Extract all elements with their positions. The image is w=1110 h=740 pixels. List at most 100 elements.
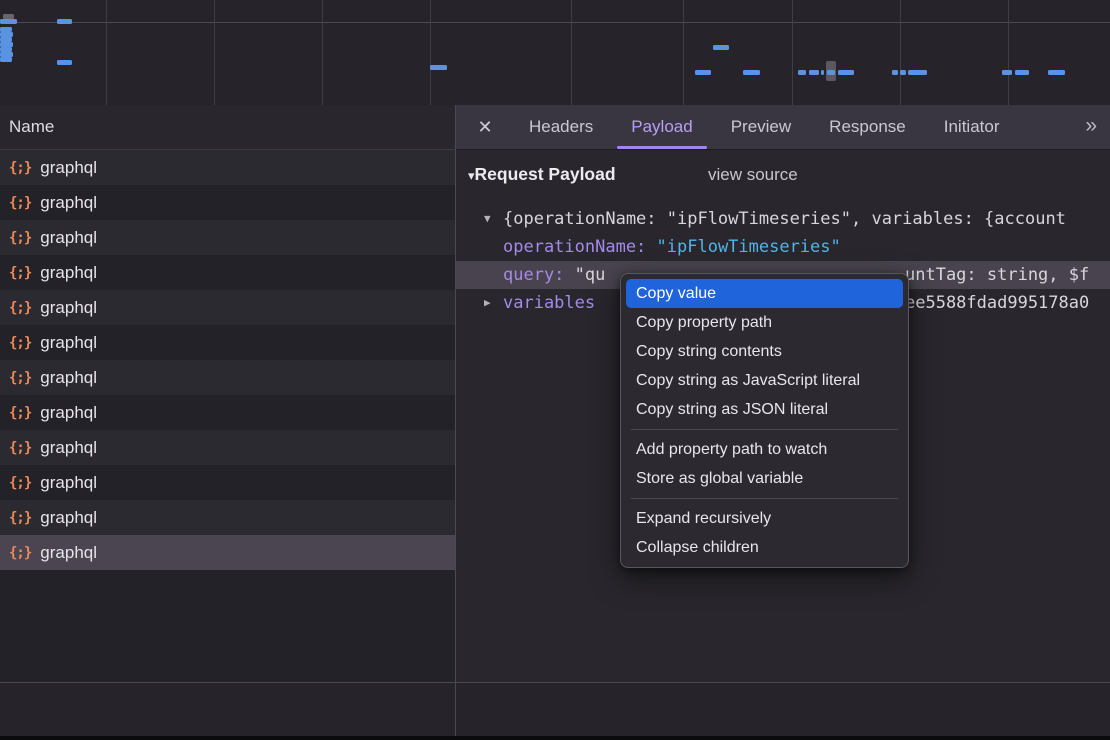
request-name: graphql — [40, 403, 97, 423]
json-braces-icon: {;} — [9, 335, 31, 351]
request-timing-bar — [908, 70, 927, 75]
request-name: graphql — [40, 193, 97, 213]
json-braces-icon: {;} — [9, 230, 31, 246]
expand-arrow-icon[interactable]: ▶ — [484, 289, 491, 317]
request-list: {;} graphql {;} graphql {;} graphql {;} graphql… — [0, 150, 455, 682]
request-row[interactable]: {;}graphql — [0, 430, 455, 465]
request-row[interactable]: {;} graphql — [0, 500, 455, 535]
overview-gridline — [1008, 0, 1009, 105]
context-menu-item[interactable]: Copy string as JavaScript literal — [626, 366, 903, 395]
context-menu-item[interactable]: Add property path to watch — [626, 435, 903, 464]
overview-gridline — [900, 0, 901, 105]
request-row[interactable]: {;} graphql — [0, 325, 455, 360]
request-row[interactable]: {;} graphql — [0, 395, 455, 430]
request-timing-bar — [1015, 70, 1029, 75]
devtools-network-panel: Name ✕ HeadersPayloadPreviewResponseInit… — [0, 0, 1110, 740]
request-row[interactable]: {;} graphql — [0, 255, 455, 290]
request-timing-bar — [821, 70, 824, 75]
json-braces-icon: {;} — [9, 195, 31, 211]
request-timing-bar — [57, 60, 72, 65]
request-timing-bar — [695, 70, 711, 75]
payload-tree-row[interactable]: ▼ {operationName: "ipFlowTimeseries", var… — [455, 205, 1110, 233]
request-timing-bar — [713, 45, 729, 50]
request-timing-bar — [809, 70, 819, 75]
request-timing-bar — [430, 65, 447, 70]
name-column-header[interactable]: Name — [0, 105, 455, 150]
expand-arrow-icon[interactable]: ▼ — [484, 205, 491, 233]
tab-preview[interactable]: Preview — [717, 105, 805, 149]
request-name: graphql — [40, 263, 97, 283]
json-braces-icon: {;} — [9, 510, 31, 526]
window-bottom-edge — [0, 736, 1110, 740]
request-row[interactable]: {;} graphql — [0, 220, 455, 255]
tab-initiator[interactable]: Initiator — [930, 105, 1014, 149]
json-braces-icon: {;} — [9, 545, 31, 561]
overview-gridline — [571, 0, 572, 105]
request-timing-bar — [798, 70, 806, 75]
request-timing-bar — [1002, 70, 1012, 75]
context-menu-item[interactable]: Copy value — [626, 279, 903, 308]
context-menu-item[interactable]: Expand recursively — [626, 504, 903, 533]
tree-row-clipped-text: ee5588fdad995178a0 — [905, 289, 1089, 317]
tab-headers[interactable]: Headers — [515, 105, 607, 149]
context-menu-item[interactable]: Copy property path — [626, 308, 903, 337]
status-footer — [0, 682, 1110, 736]
panel-split-divider[interactable] — [455, 105, 456, 736]
json-braces-icon: {;} — [9, 405, 31, 421]
request-name: graphql — [40, 473, 97, 493]
tab-payload[interactable]: Payload — [617, 105, 706, 149]
request-payload-section[interactable]: ▾Request Payload view source — [455, 164, 1110, 192]
request-name: graphql — [40, 333, 97, 353]
request-row[interactable]: {;} graphql — [0, 290, 455, 325]
request-timing-bar — [827, 70, 835, 75]
network-overview-timeline[interactable] — [0, 0, 1110, 105]
overview-gridline — [792, 0, 793, 105]
tree-row-clipped-text: untTag: string, $f — [905, 261, 1089, 289]
json-braces-icon: {;} — [9, 370, 31, 386]
request-name: graphql — [40, 543, 97, 563]
request-timing-bar — [743, 70, 760, 75]
payload-tree-row[interactable]: operationName: "ipFlowTimeseries" — [455, 233, 1110, 261]
request-row[interactable]: {;}graphql — [0, 150, 455, 185]
overview-gridline — [106, 0, 107, 105]
request-timing-bar — [838, 70, 854, 75]
request-name: graphql — [40, 508, 97, 528]
overview-horizontal-rule — [0, 22, 1110, 23]
json-braces-icon: {;} — [9, 475, 31, 491]
context-menu: Copy valueCopy property pathCopy string … — [620, 273, 909, 568]
request-row[interactable]: {;}graphql — [0, 360, 455, 395]
request-row[interactable]: {;} graphql — [0, 465, 455, 500]
overview-gridline — [214, 0, 215, 105]
tree-row-text: query: "qu — [503, 261, 605, 289]
context-menu-item[interactable]: Collapse children — [626, 533, 903, 562]
tree-row-text: operationName: "ipFlowTimeseries" — [503, 233, 841, 261]
request-name: graphql — [40, 298, 97, 318]
menu-separator — [631, 429, 898, 430]
tree-row-text: variables — [503, 289, 595, 317]
json-braces-icon: {;} — [9, 440, 31, 456]
context-menu-item[interactable]: Store as global variable — [626, 464, 903, 493]
menu-separator — [631, 498, 898, 499]
tab-response[interactable]: Response — [815, 105, 920, 149]
request-timing-bar — [900, 70, 906, 75]
context-menu-item[interactable]: Copy string as JSON literal — [626, 395, 903, 424]
context-menu-item[interactable]: Copy string contents — [626, 337, 903, 366]
request-name: graphql — [40, 228, 97, 248]
request-payload-title: Request Payload — [475, 164, 616, 184]
tree-row-text: {operationName: "ipFlowTimeseries", vari… — [503, 205, 1066, 233]
json-braces-icon: {;} — [9, 265, 31, 281]
close-icon[interactable]: ✕ — [476, 105, 494, 149]
more-tabs-icon[interactable]: » — [1085, 105, 1097, 147]
overview-gridline — [430, 0, 431, 105]
view-source-link[interactable]: view source — [708, 165, 798, 185]
request-row[interactable]: {;} graphql — [0, 535, 455, 570]
request-timing-bar — [57, 19, 72, 24]
detail-panel-tabbar: ✕ HeadersPayloadPreviewResponseInitiator… — [455, 105, 1110, 150]
request-timing-bar — [0, 19, 17, 24]
request-name: graphql — [40, 158, 97, 178]
json-braces-icon: {;} — [9, 300, 31, 316]
overview-gridline — [322, 0, 323, 105]
request-timing-bar — [0, 57, 12, 62]
request-timing-bar — [892, 70, 898, 75]
request-row[interactable]: {;} graphql — [0, 185, 455, 220]
